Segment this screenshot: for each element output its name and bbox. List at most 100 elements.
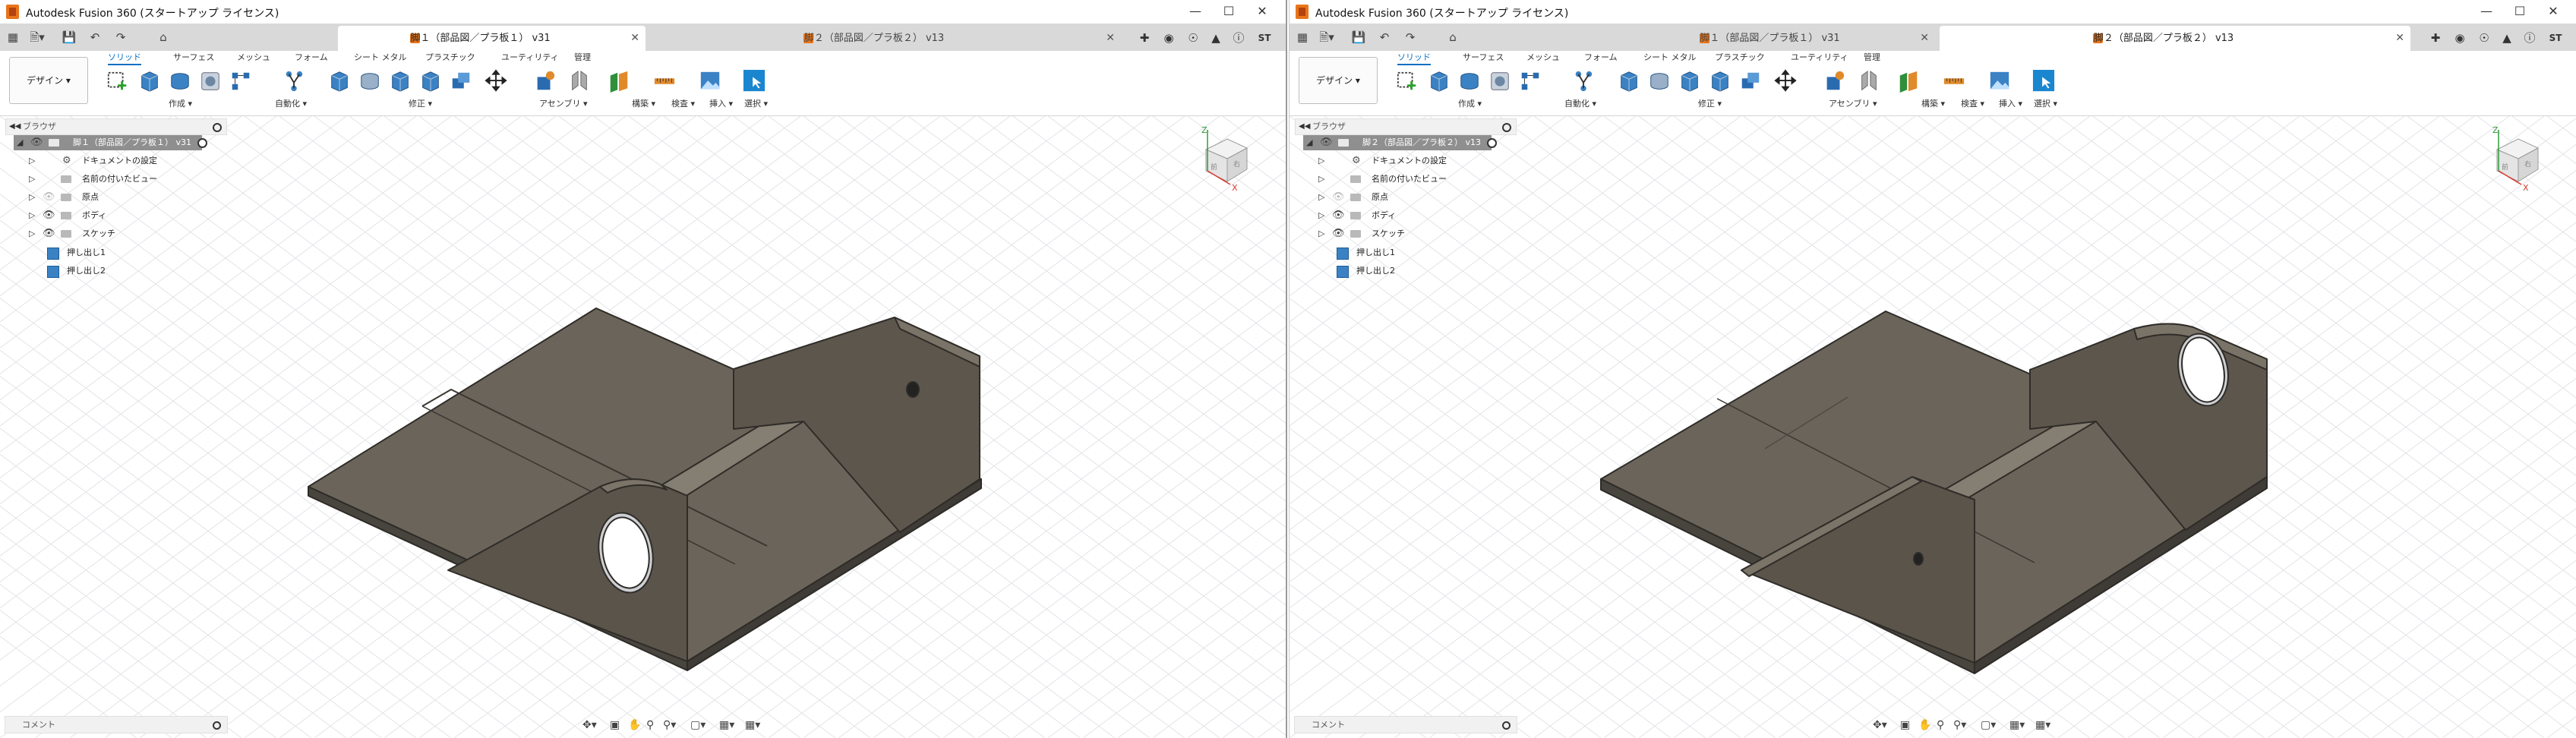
browser-root-row[interactable]: ◢ 👁 脚２（部品図／プラ板２） v13	[1303, 135, 1492, 150]
notifications-icon[interactable]: ▲	[1207, 30, 1225, 46]
expand-triangle-icon[interactable]: ▷	[29, 208, 35, 223]
ribbon-tab-8[interactable]: 管理	[1864, 51, 1880, 63]
ribbon-group-7[interactable]: 挿入 ▾	[1999, 97, 2022, 109]
select-icon[interactable]	[2032, 68, 2055, 94]
document-tab-1[interactable]: 脚１（部品図／プラ板１） v31 ✕	[1627, 26, 1935, 51]
ribbon-tab-4[interactable]: フォーム	[295, 51, 328, 63]
ribbon-tab-6[interactable]: プラスチック	[425, 51, 475, 63]
browser-item[interactable]: ▷ 👁 ボディ	[29, 208, 181, 223]
tab-close-icon[interactable]: ✕	[1920, 26, 1929, 51]
job-status-icon[interactable]: ☉	[2475, 30, 2493, 46]
extrude-feature-icon[interactable]	[1337, 266, 1349, 278]
redo-icon[interactable]: ↷	[1402, 30, 1419, 45]
ribbon-tab-2[interactable]: サーフェス	[173, 51, 214, 63]
tab-close-icon[interactable]: ✕	[1106, 26, 1115, 51]
model-canvas[interactable]	[0, 116, 1286, 738]
new-component-icon[interactable]	[1823, 68, 1845, 94]
new-sketch-icon[interactable]	[1396, 68, 1419, 94]
ribbon-tab-5[interactable]: シート メタル	[1643, 51, 1697, 63]
pan-hand-icon[interactable]: ✋	[1918, 717, 1931, 733]
collapse-browser-icon[interactable]: ◀◀	[9, 119, 21, 134]
browser-item[interactable]: ▷ 名前の付いたビュー	[1318, 172, 1470, 187]
model-canvas[interactable]	[1290, 116, 2576, 738]
extrude-feature-icon[interactable]	[47, 266, 59, 278]
display-settings-icon[interactable]: ▢▾	[690, 717, 706, 733]
browser-item[interactable]: ▷ 名前の付いたビュー	[29, 172, 181, 187]
ribbon-tab-1[interactable]: ソリッド	[1397, 51, 1431, 65]
orbit-icon[interactable]: ✥▾	[582, 717, 597, 733]
undo-icon[interactable]: ↶	[87, 30, 103, 45]
timeline-feature-label[interactable]: 押し出し2	[1356, 263, 1395, 279]
extrude-feature-icon[interactable]	[1337, 248, 1349, 260]
ribbon-tab-6[interactable]: プラスチック	[1715, 51, 1765, 63]
collapse-browser-icon[interactable]: ◀◀	[1299, 119, 1310, 134]
visibility-eye-icon[interactable]: 👁	[1332, 190, 1345, 205]
ribbon-group-2[interactable]: 自動化 ▾	[1564, 97, 1596, 109]
ribbon-group-7[interactable]: 挿入 ▾	[709, 97, 733, 109]
viewcube[interactable]: Z X 前 右	[2482, 124, 2554, 192]
part-model-3d[interactable]	[308, 308, 982, 671]
browser-item[interactable]: ▷ ⚙ ドキュメントの設定	[1318, 153, 1470, 169]
add-comment-icon[interactable]	[213, 721, 221, 730]
document-tab-2[interactable]: 脚２（部品図／プラ板２） v13 ✕	[650, 26, 1121, 51]
display-settings-icon[interactable]: ▢▾	[1981, 717, 1996, 733]
document-tab-1[interactable]: 脚１（部品図／プラ板１） v31 ✕	[338, 26, 646, 51]
ribbon-group-8[interactable]: 選択 ▾	[744, 97, 768, 109]
select-icon[interactable]	[743, 68, 766, 94]
zoom-icon[interactable]: ⚲	[646, 717, 654, 733]
new-tab-icon[interactable]: ✚	[2426, 30, 2445, 46]
fillet-icon[interactable]	[1648, 68, 1671, 94]
grid-settings-icon[interactable]: ▦▾	[2009, 717, 2025, 733]
home-icon[interactable]: ⌂	[155, 30, 172, 45]
canvas-viewport[interactable]: ◀◀ ブラウザ ◢ 👁 脚２（部品図／プラ板２） v13 ▷ ⚙ ドキュメントの…	[1290, 116, 2576, 738]
visibility-eye-icon[interactable]: 👁	[43, 226, 55, 241]
joint-icon[interactable]	[1858, 68, 1880, 94]
ribbon-tab-7[interactable]: ユーティリティ	[1791, 51, 1848, 63]
browser-item[interactable]: ▷ ⚙ ドキュメントの設定	[29, 153, 181, 169]
ribbon-group-2[interactable]: 自動化 ▾	[275, 97, 307, 109]
file-menu-icon[interactable]: 🗎▾	[29, 30, 46, 45]
fit-zoom-icon[interactable]: ⚲▾	[663, 717, 676, 733]
insert-image-icon[interactable]	[1988, 68, 2011, 94]
ribbon-group-8[interactable]: 選択 ▾	[2034, 97, 2057, 109]
ribbon-group-4[interactable]: アセンブリ ▾	[539, 97, 587, 109]
redo-icon[interactable]: ↷	[112, 30, 129, 45]
ribbon-group-3[interactable]: 修正 ▾	[1698, 97, 1722, 109]
look-at-icon[interactable]: ▣	[610, 717, 620, 733]
extrude-icon[interactable]	[138, 68, 161, 94]
shell-icon[interactable]	[1709, 68, 1732, 94]
help-icon[interactable]: ⓘ	[2521, 30, 2539, 46]
minimize-icon[interactable]: —	[2475, 3, 2498, 20]
timeline-feature-label[interactable]: 押し出し2	[67, 263, 106, 279]
extrude-icon[interactable]	[1428, 68, 1451, 94]
extensions-icon[interactable]: ◉	[1160, 30, 1178, 46]
help-icon[interactable]: ⓘ	[1230, 30, 1248, 46]
fit-zoom-icon[interactable]: ⚲▾	[1953, 717, 1966, 733]
activate-radio-icon[interactable]	[197, 138, 207, 148]
close-icon[interactable]: ✕	[1251, 3, 1274, 20]
ribbon-group-6[interactable]: 検査 ▾	[1961, 97, 1984, 109]
press-pull-icon[interactable]	[1618, 68, 1640, 94]
expand-triangle-icon[interactable]: ▷	[29, 153, 35, 169]
browser-item[interactable]: ▷ 👁 スケッチ	[29, 226, 181, 241]
viewports-icon[interactable]: ▦▾	[745, 717, 760, 733]
ribbon-tab-4[interactable]: フォーム	[1584, 51, 1618, 63]
press-pull-icon[interactable]	[328, 68, 351, 94]
maximize-icon[interactable]: ☐	[1217, 3, 1240, 20]
expand-icon[interactable]: ◢	[17, 135, 23, 150]
expand-triangle-icon[interactable]: ▷	[1318, 153, 1324, 169]
comments-panel[interactable]: コメント	[1294, 716, 1517, 733]
revolve-icon[interactable]	[169, 68, 191, 94]
joint-icon[interactable]	[568, 68, 591, 94]
workspace-switcher[interactable]: デザイン ▾	[1299, 57, 1378, 104]
ribbon-group-3[interactable]: 修正 ▾	[409, 97, 432, 109]
ribbon-tab-8[interactable]: 管理	[574, 51, 591, 63]
pin-icon[interactable]	[213, 123, 222, 132]
ribbon-tab-2[interactable]: サーフェス	[1463, 51, 1504, 63]
timeline-feature-label[interactable]: 押し出し1	[1356, 245, 1395, 260]
zoom-icon[interactable]: ⚲	[1937, 717, 1944, 733]
insert-image-icon[interactable]	[699, 68, 721, 94]
user-avatar[interactable]: ST	[2546, 30, 2565, 46]
chamfer-icon[interactable]	[1678, 68, 1701, 94]
user-avatar[interactable]: ST	[1255, 30, 1274, 46]
